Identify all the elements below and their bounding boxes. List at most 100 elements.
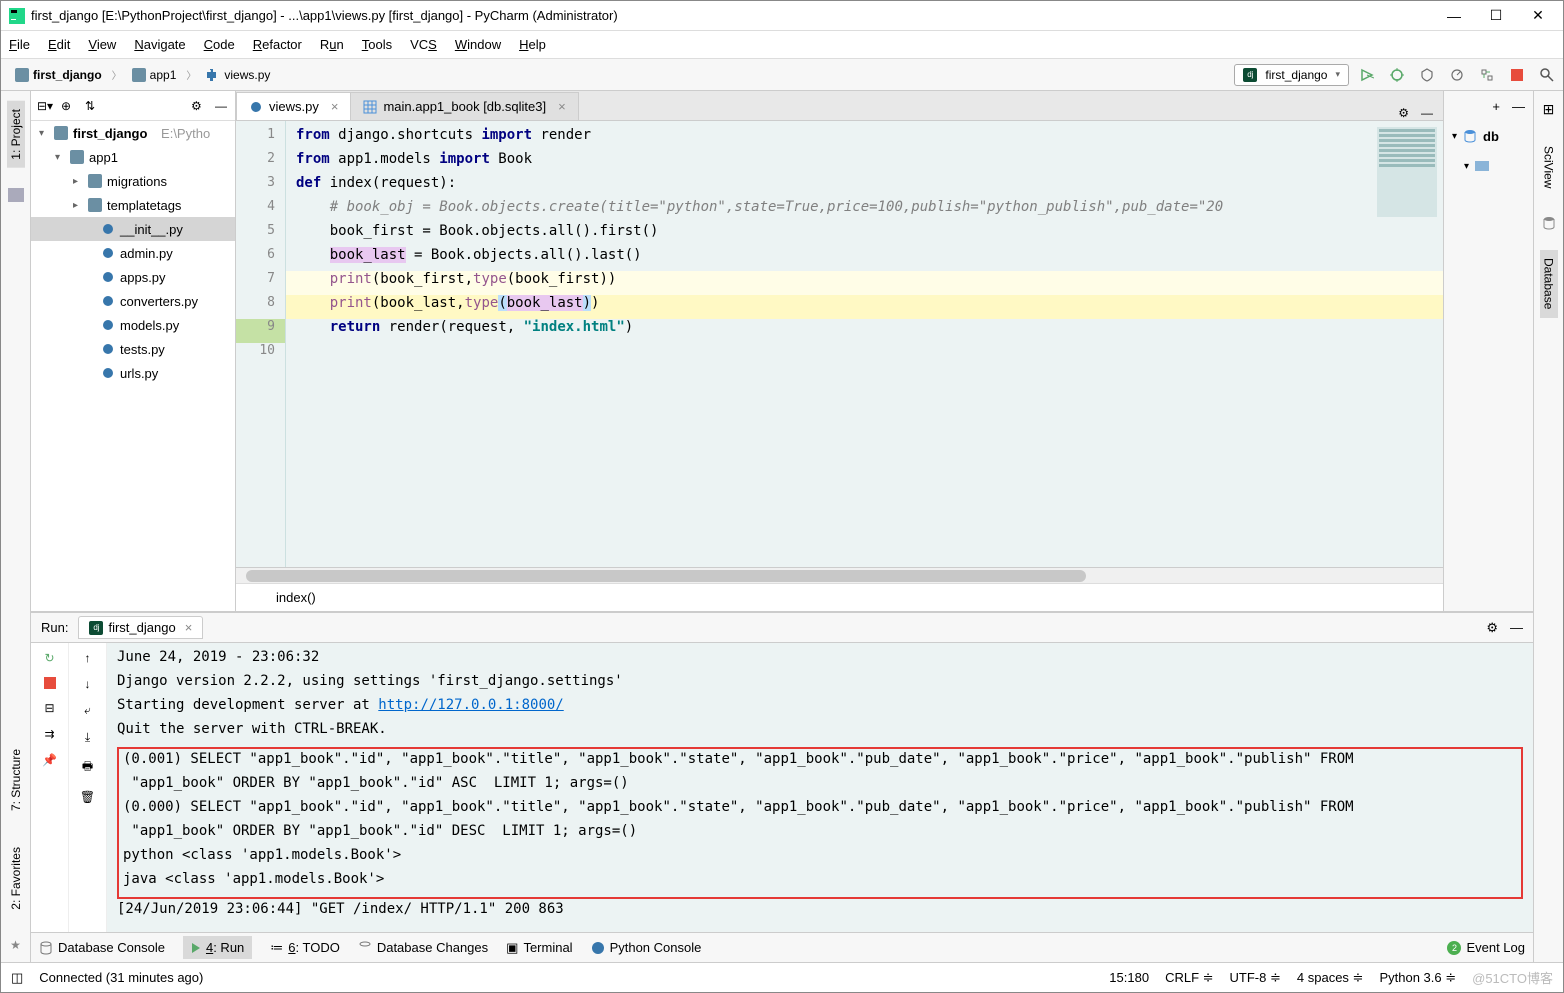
tool-python-console[interactable]: Python Console (591, 940, 702, 955)
tool-todo[interactable]: ≔6: TODO (270, 940, 340, 956)
django-icon: dj (1243, 68, 1257, 82)
project-panel: ⊟▾ ⊕ ⇅ ⚙ — ▾first_django E:\Pytho ▾app1 … (31, 91, 236, 611)
print-icon[interactable]: 🖶 (82, 757, 93, 778)
settings-icon[interactable]: ⇉ (44, 727, 54, 741)
hide-icon[interactable]: — (215, 99, 229, 113)
select-opened-icon[interactable]: ⊟▾ (37, 99, 51, 113)
collapse-all-icon[interactable]: ⇅ (85, 99, 99, 113)
database-icon[interactable] (1542, 216, 1556, 230)
run-config-selector[interactable]: dj first_django ▾ (1234, 64, 1349, 86)
interpreter[interactable]: Python 3.6 ≑ (1379, 970, 1456, 986)
gear-icon[interactable]: ⚙ (191, 99, 205, 113)
menu-file[interactable]: File (9, 37, 30, 52)
breadcrumb-app1[interactable]: app1 (126, 65, 183, 85)
hide-icon[interactable]: — (1510, 620, 1523, 635)
tree-file-init[interactable]: __init__.py (31, 217, 235, 241)
server-url-link[interactable]: http://127.0.0.1:8000/ (378, 697, 563, 713)
menu-help[interactable]: Help (519, 37, 546, 52)
add-icon[interactable]: + (1492, 99, 1500, 114)
tool-run[interactable]: 4: Run (183, 936, 252, 959)
stop-button[interactable] (1509, 67, 1525, 83)
tool-db-console[interactable]: Database Console (39, 940, 165, 955)
play-icon (191, 943, 201, 953)
tree-file[interactable]: models.py (31, 313, 235, 337)
hide-icon[interactable]: — (1421, 106, 1433, 120)
scroll-end-icon[interactable]: ⤓ (85, 730, 90, 745)
tab-views[interactable]: views.py× (236, 92, 351, 120)
stop-icon[interactable] (44, 677, 56, 689)
navbar: first_django 〉 app1 〉 views.py dj first_… (1, 59, 1563, 91)
caret-position[interactable]: 15:180 (1109, 970, 1149, 985)
project-tree[interactable]: ▾first_django E:\Pytho ▾app1 ▸migrations… (31, 121, 235, 611)
tab-structure[interactable]: 7: Structure (7, 741, 25, 819)
grid-icon[interactable]: ⊞ (1543, 101, 1555, 118)
editor-breadcrumb[interactable]: index() (236, 583, 1443, 611)
menu-code[interactable]: Code (204, 37, 235, 52)
tab-database[interactable]: Database (1540, 250, 1558, 317)
menu-refactor[interactable]: Refactor (253, 37, 302, 52)
coverage-button[interactable] (1419, 67, 1435, 83)
run-button[interactable] (1359, 67, 1375, 83)
database-icon (1463, 129, 1477, 143)
statusbar: ◫ Connected (31 minutes ago) 15:180 CRLF… (1, 962, 1563, 992)
pin-icon[interactable]: 📌 (42, 753, 57, 767)
star-icon[interactable]: ★ (10, 938, 21, 952)
concurrency-button[interactable] (1479, 67, 1495, 83)
schema-node[interactable]: ▾ (1444, 151, 1533, 181)
menu-tools[interactable]: Tools (362, 37, 392, 52)
close-icon[interactable]: × (331, 99, 339, 114)
menu-edit[interactable]: Edit (48, 37, 70, 52)
encoding[interactable]: UTF-8 ≑ (1230, 970, 1281, 986)
code-editor[interactable]: 12345678910 from django.shortcuts import… (236, 121, 1443, 567)
rerun-icon[interactable]: ↻ (44, 651, 54, 665)
run-tab[interactable]: djfirst_django× (78, 616, 203, 639)
gear-icon[interactable]: ⚙ (1398, 106, 1409, 120)
layout-icon[interactable]: ⊟ (44, 701, 54, 715)
tab-db[interactable]: main.app1_book [db.sqlite3]× (350, 92, 578, 120)
db-node[interactable]: ▾db (1444, 121, 1533, 151)
menu-run[interactable]: Run (320, 37, 344, 52)
line-separator[interactable]: CRLF ≑ (1165, 970, 1213, 986)
breadcrumb: first_django 〉 app1 〉 views.py (9, 65, 1234, 85)
console-output[interactable]: June 24, 2019 - 23:06:32 Django version … (107, 643, 1533, 932)
status-icon[interactable]: ◫ (11, 970, 23, 986)
python-icon (591, 941, 605, 955)
debug-button[interactable] (1389, 67, 1405, 83)
database-icon (358, 941, 372, 955)
tool-terminal[interactable]: ▣Terminal (506, 940, 572, 956)
minimap[interactable] (1377, 127, 1437, 217)
down-icon[interactable]: ↓ (85, 677, 91, 691)
indent[interactable]: 4 spaces ≑ (1297, 970, 1364, 986)
tool-db-changes[interactable]: Database Changes (358, 940, 488, 955)
close-icon[interactable]: × (558, 99, 566, 114)
trash-icon[interactable]: 🗑 (80, 790, 95, 804)
tab-project[interactable]: 1: Project (7, 101, 25, 168)
gear-icon[interactable]: ⚙ (1486, 620, 1498, 636)
profile-button[interactable] (1449, 67, 1465, 83)
tree-file[interactable]: converters.py (31, 289, 235, 313)
up-icon[interactable]: ↑ (85, 651, 91, 665)
minimize-button[interactable]: — (1447, 9, 1461, 23)
menu-view[interactable]: View (88, 37, 116, 52)
scroll-from-source-icon[interactable]: ⊕ (61, 99, 75, 113)
close-button[interactable]: ✕ (1531, 9, 1545, 23)
tree-file[interactable]: urls.py (31, 361, 235, 385)
tab-sciview[interactable]: SciView (1540, 138, 1558, 196)
tree-file[interactable]: apps.py (31, 265, 235, 289)
breadcrumb-root[interactable]: first_django (9, 65, 108, 85)
soft-wrap-icon[interactable]: ⤶ (84, 703, 91, 718)
maximize-button[interactable]: ☐ (1489, 9, 1503, 23)
menu-window[interactable]: Window (455, 37, 501, 52)
hide-icon[interactable]: — (1512, 99, 1525, 114)
tab-favorites[interactable]: 2: Favorites (7, 839, 25, 918)
tool-event-log[interactable]: 2Event Log (1447, 940, 1525, 955)
folder-icon[interactable] (8, 188, 24, 202)
horizontal-scrollbar[interactable] (236, 567, 1443, 583)
search-button[interactable] (1539, 67, 1555, 83)
tree-file[interactable]: tests.py (31, 337, 235, 361)
breadcrumb-file[interactable]: views.py (200, 65, 276, 85)
tree-file[interactable]: admin.py (31, 241, 235, 265)
menu-vcs[interactable]: VCS (410, 37, 437, 52)
menu-navigate[interactable]: Navigate (134, 37, 185, 52)
close-icon[interactable]: × (185, 620, 193, 635)
